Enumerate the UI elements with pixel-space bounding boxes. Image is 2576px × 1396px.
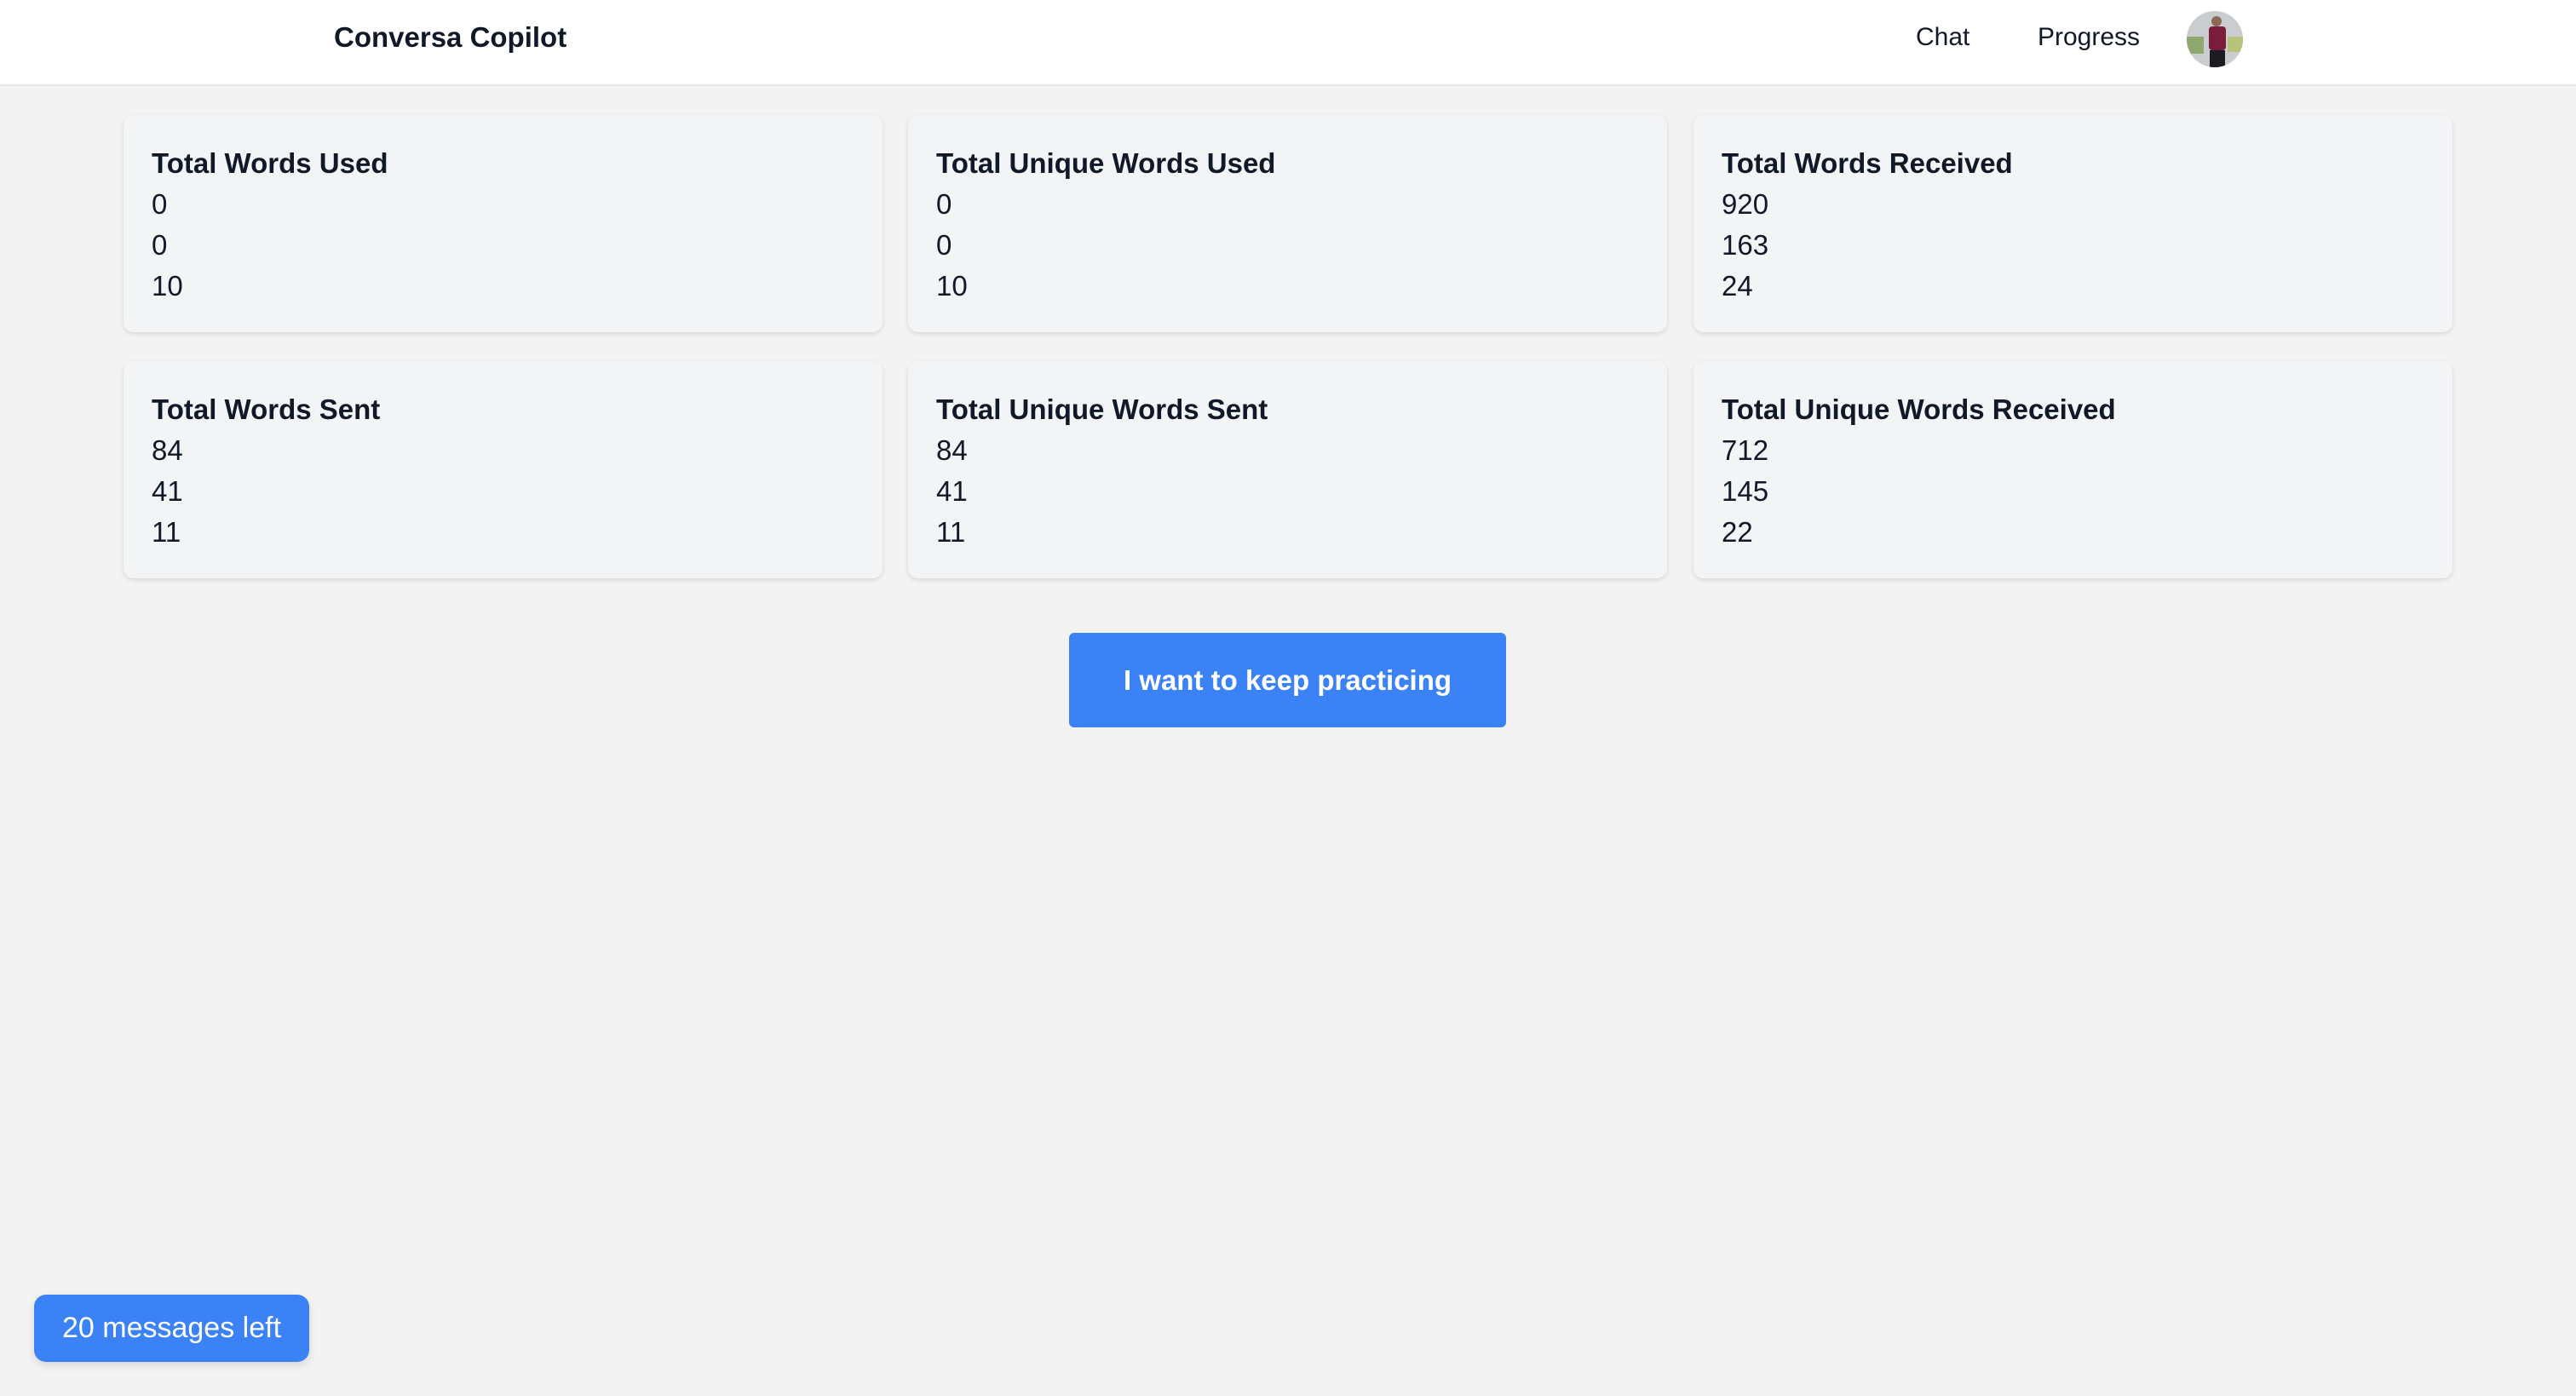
- nav-progress[interactable]: Progress: [2038, 23, 2140, 52]
- app-title[interactable]: Conversa Copilot: [334, 21, 566, 54]
- card-value: 0: [152, 229, 168, 261]
- card-title: Total Unique Words Sent: [936, 394, 1268, 425]
- stat-card-total-unique-words-sent: Total Unique Words Sent 84 41 11: [908, 361, 1667, 578]
- card-value: 145: [1722, 475, 1769, 507]
- card-value: 0: [936, 229, 952, 261]
- card-value: 920: [1722, 188, 1769, 220]
- card-value: 712: [1722, 434, 1769, 466]
- card-value: 41: [152, 475, 183, 507]
- keep-practicing-button[interactable]: I want to keep practicing: [1069, 633, 1506, 727]
- card-value: 0: [936, 188, 952, 220]
- card-value: 11: [152, 516, 181, 548]
- card-value: 84: [936, 434, 968, 466]
- messages-left-badge[interactable]: 20 messages left: [34, 1295, 309, 1362]
- card-value: 163: [1722, 229, 1769, 261]
- card-value: 0: [152, 188, 168, 220]
- card-value: 41: [936, 475, 968, 507]
- top-nav-bar: Conversa Copilot Chat Progress: [0, 0, 2576, 86]
- stat-card-total-unique-words-used: Total Unique Words Used 0 0 10: [908, 115, 1667, 332]
- stat-card-total-words-sent: Total Words Sent 84 41 11: [124, 361, 883, 578]
- card-value: 84: [152, 434, 183, 466]
- nav-chat[interactable]: Chat: [1916, 23, 1969, 52]
- card-title: Total Unique Words Received: [1722, 394, 2116, 425]
- stat-card-total-words-used: Total Words Used 0 0 10: [124, 115, 883, 332]
- card-value: 10: [152, 270, 183, 302]
- user-photo-icon: [2187, 11, 2243, 67]
- stat-card-total-unique-words-received: Total Unique Words Received 712 145 22: [1693, 361, 2452, 578]
- card-value: 22: [1722, 516, 1753, 548]
- card-value: 24: [1722, 270, 1753, 302]
- card-title: Total Words Sent: [152, 394, 381, 425]
- card-title: Total Unique Words Used: [936, 147, 1276, 179]
- card-value: 10: [936, 270, 968, 302]
- card-value: 11: [936, 516, 966, 548]
- stat-card-total-words-received: Total Words Received 920 163 24: [1693, 115, 2452, 332]
- avatar[interactable]: [2187, 11, 2243, 67]
- card-title: Total Words Used: [152, 147, 388, 179]
- card-title: Total Words Received: [1722, 147, 2013, 179]
